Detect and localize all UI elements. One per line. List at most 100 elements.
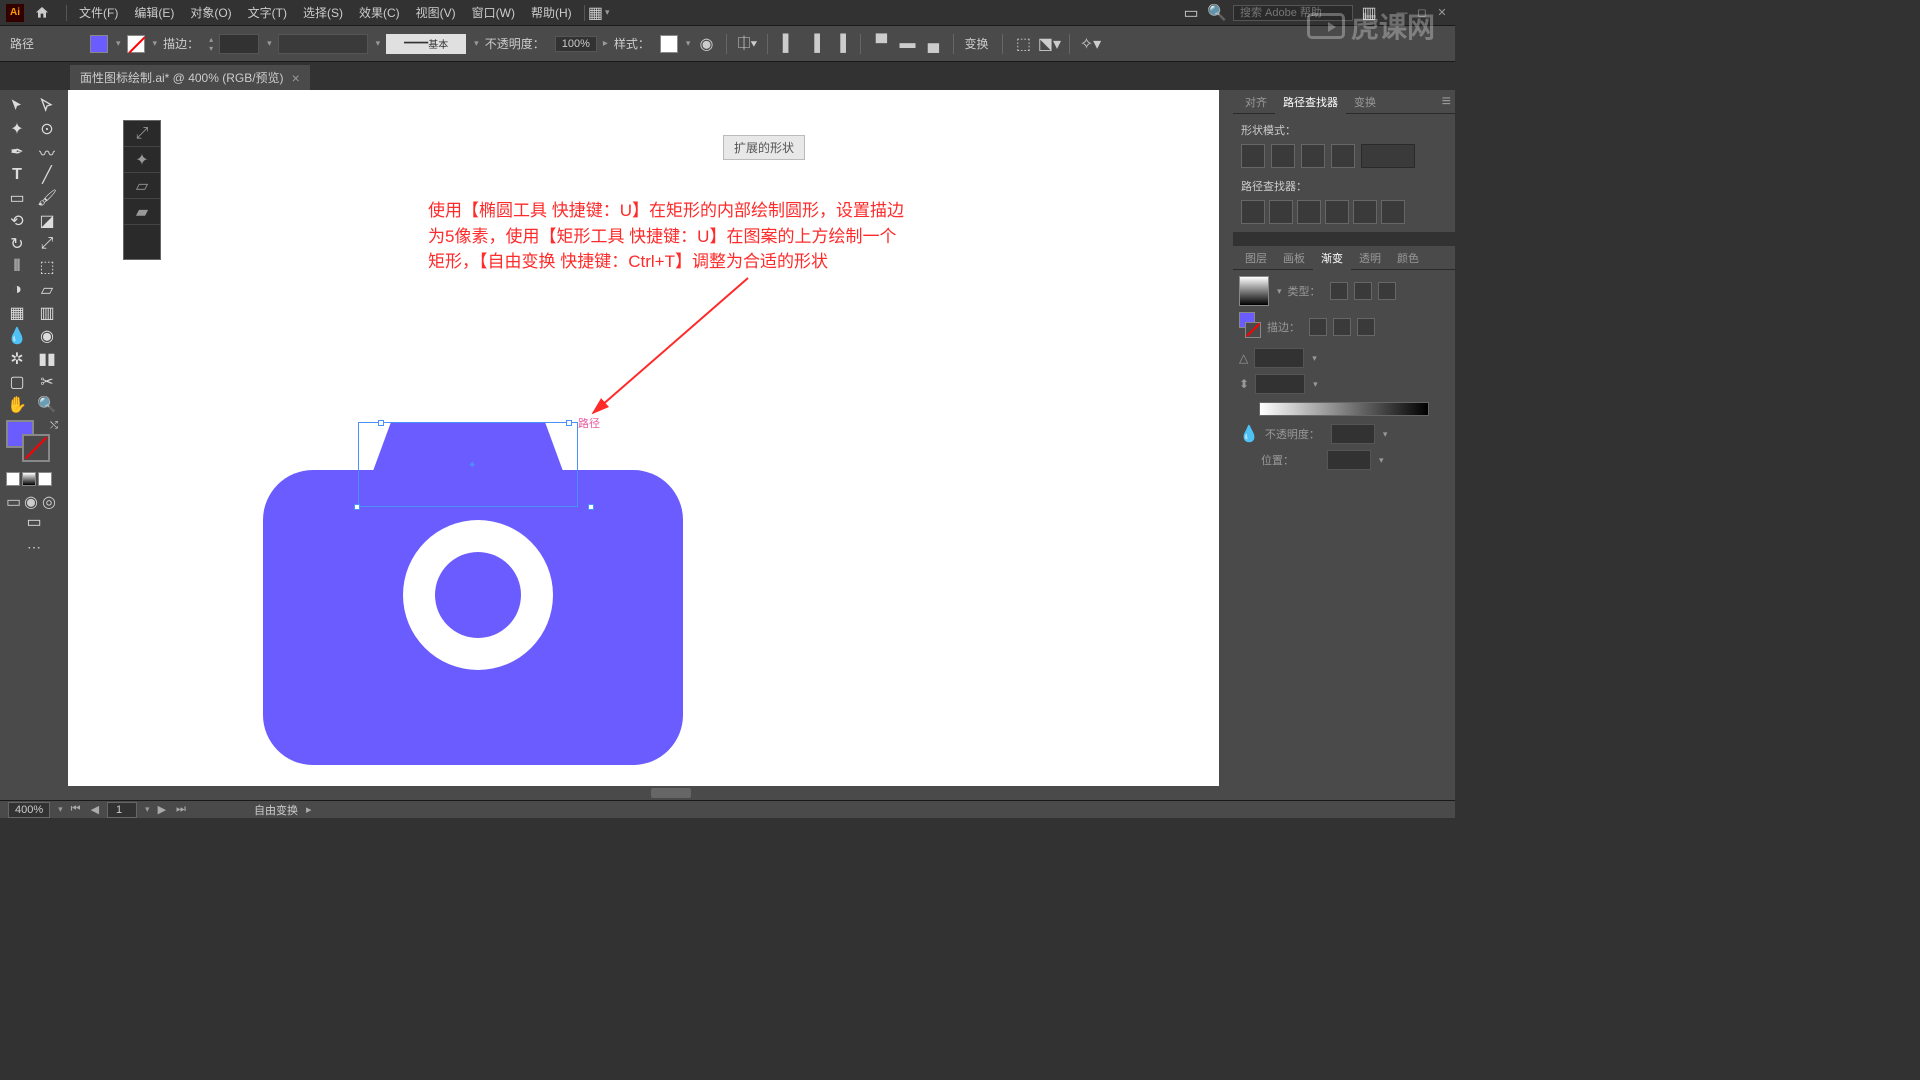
perspective-tool[interactable]: ▱ — [32, 278, 62, 301]
recolor-icon[interactable]: ◉ — [696, 34, 716, 54]
gradient-stop-position-input[interactable] — [1327, 450, 1371, 470]
pen-tool[interactable]: ✒ — [2, 140, 32, 163]
selection-handle-bl[interactable] — [354, 504, 360, 510]
align-bottom-icon[interactable]: ▄ — [923, 34, 943, 54]
exclude-button[interactable] — [1331, 144, 1355, 168]
artboard-tool[interactable]: ▢ — [2, 370, 32, 393]
menu-type[interactable]: 文字(T) — [240, 4, 295, 21]
menu-edit[interactable]: 编辑(E) — [126, 4, 182, 21]
ft-constrain-icon[interactable]: ⤢ — [124, 121, 160, 147]
shape-builder-icon[interactable]: ✧▾ — [1080, 34, 1100, 54]
menu-file[interactable]: 文件(F) — [71, 4, 126, 21]
more-tools-icon[interactable]: ⋯ — [2, 533, 66, 562]
stroke-grad-within-button[interactable] — [1309, 318, 1327, 336]
brush-profile[interactable]: ━━━━ 基本 — [386, 34, 466, 54]
minus-front-button[interactable] — [1271, 144, 1295, 168]
divide-button[interactable] — [1241, 200, 1265, 224]
tab-artboards[interactable]: 画板 — [1275, 246, 1313, 270]
align-left-icon[interactable]: ▌ — [778, 34, 798, 54]
tab-transparency[interactable]: 透明 — [1351, 246, 1389, 270]
selection-handle-br[interactable] — [588, 504, 594, 510]
workspace-icon[interactable]: ▥ — [1359, 3, 1379, 23]
tab-close-icon[interactable]: × — [292, 70, 300, 86]
toolbox-stroke-swatch[interactable] — [22, 434, 50, 462]
horizontal-scrollbar[interactable] — [68, 786, 1233, 800]
ft-free-icon[interactable]: ✦ — [124, 147, 160, 173]
search-input[interactable] — [1233, 5, 1353, 21]
rectangle-tool[interactable]: ▭ — [2, 186, 32, 209]
gradient-preview-swatch[interactable] — [1239, 276, 1269, 306]
color-mode-none[interactable] — [38, 472, 52, 486]
shape-builder-tool[interactable]: ◑ — [2, 278, 32, 301]
close-window-icon[interactable]: ✕ — [1435, 6, 1449, 20]
screen-normal-icon[interactable]: ▭ — [6, 492, 20, 506]
expand-badge[interactable]: 扩展的形状 — [723, 135, 805, 160]
stroke-weight-input[interactable] — [219, 34, 259, 54]
gradient-slider[interactable] — [1259, 402, 1429, 416]
rotate-tool[interactable]: ↻ — [2, 232, 32, 255]
tab-gradient[interactable]: 渐变 — [1313, 246, 1351, 270]
fill-color-swatch[interactable] — [90, 35, 108, 53]
screen-present-icon[interactable]: ◎ — [42, 492, 56, 506]
prev-artboard-icon[interactable]: ◀ — [89, 803, 101, 816]
width-tool[interactable]: ⫴ — [2, 255, 32, 278]
align-hcenter-icon[interactable]: ▐ — [804, 34, 824, 54]
first-artboard-icon[interactable]: ⏮ — [69, 803, 83, 816]
canvas[interactable]: ⤢ ✦ ▱ ▰ 扩展的形状 使用【椭圆工具 快捷键：U】在矩形的内部绘制圆形，设… — [68, 90, 1233, 800]
last-artboard-icon[interactable]: ⏭ — [174, 803, 188, 816]
scale-tool[interactable]: ⤢ — [32, 232, 62, 255]
maximize-icon[interactable]: ◻ — [1415, 6, 1429, 20]
document-tab[interactable]: 面性图标绘制.ai* @ 400% (RGB/预览) × — [70, 65, 310, 90]
merge-button[interactable] — [1297, 200, 1321, 224]
unite-button[interactable] — [1241, 144, 1265, 168]
fill-dropdown-icon[interactable]: ▾ — [116, 38, 121, 49]
swap-fill-stroke-icon[interactable]: ⤭ — [50, 420, 58, 431]
tab-align[interactable]: 对齐 — [1237, 90, 1275, 114]
align-top-icon[interactable]: ▀ — [871, 34, 891, 54]
slice-tool[interactable]: ✂ — [32, 370, 62, 393]
edit-toolbar-icon[interactable]: ▭ — [2, 510, 66, 533]
search-icon[interactable]: 🔍 — [1207, 3, 1227, 23]
opacity-flyout-icon[interactable]: ▸ — [603, 38, 608, 49]
direct-selection-tool[interactable] — [32, 94, 62, 117]
gradient-linear-button[interactable] — [1330, 282, 1348, 300]
color-mode-solid[interactable] — [6, 472, 20, 486]
home-icon[interactable] — [32, 3, 52, 23]
stroke-color-swatch[interactable] — [127, 35, 145, 53]
menu-object[interactable]: 对象(O) — [182, 4, 239, 21]
tab-transform[interactable]: 变换 — [1346, 90, 1384, 114]
line-tool[interactable]: ╱ — [32, 163, 62, 186]
transform-label[interactable]: 变换 — [964, 35, 988, 52]
menu-help[interactable]: 帮助(H) — [523, 4, 580, 21]
gradient-angle-input[interactable] — [1254, 348, 1304, 368]
selection-handle-tl[interactable] — [378, 420, 384, 426]
mesh-tool[interactable]: ▦ — [2, 301, 32, 324]
crop-button[interactable] — [1325, 200, 1349, 224]
ft-perspective-icon[interactable]: ▱ — [124, 173, 160, 199]
trim-button[interactable] — [1269, 200, 1293, 224]
crop-icon[interactable]: ⬔▾ — [1039, 34, 1059, 54]
align-right-icon[interactable]: ▐ — [830, 34, 850, 54]
gradient-fill-stroke[interactable] — [1239, 312, 1261, 342]
gradient-freeform-button[interactable] — [1378, 282, 1396, 300]
artboard-number[interactable]: 1 — [107, 802, 137, 818]
tab-layers[interactable]: 图层 — [1237, 246, 1275, 270]
stroke-dropdown-icon[interactable]: ▾ — [153, 38, 158, 49]
selection-handle-tr[interactable] — [566, 420, 572, 426]
arrange-docs-icon[interactable]: ▦ ▾ — [589, 3, 609, 23]
shaper-tool[interactable]: ⟲ — [2, 209, 32, 232]
opacity-value[interactable]: 100% — [555, 36, 597, 52]
curvature-tool[interactable]: 〰 — [32, 140, 62, 163]
minimize-icon[interactable]: — — [1395, 6, 1409, 20]
gradient-stop-opacity-input[interactable] — [1331, 424, 1375, 444]
align-vcenter-icon[interactable]: ▬ — [897, 34, 917, 54]
menu-view[interactable]: 视图(V) — [408, 4, 464, 21]
eyedropper-tool[interactable]: 💧 — [2, 324, 32, 347]
gradient-radial-button[interactable] — [1354, 282, 1372, 300]
free-transform-widget[interactable]: ⤢ ✦ ▱ ▰ — [123, 120, 161, 260]
gpu-icon[interactable]: ▭ — [1181, 3, 1201, 23]
zoom-level[interactable]: 400% — [8, 802, 50, 818]
stroke-grad-along-button[interactable] — [1333, 318, 1351, 336]
menu-select[interactable]: 选择(S) — [295, 4, 351, 21]
style-swatch[interactable] — [660, 35, 678, 53]
